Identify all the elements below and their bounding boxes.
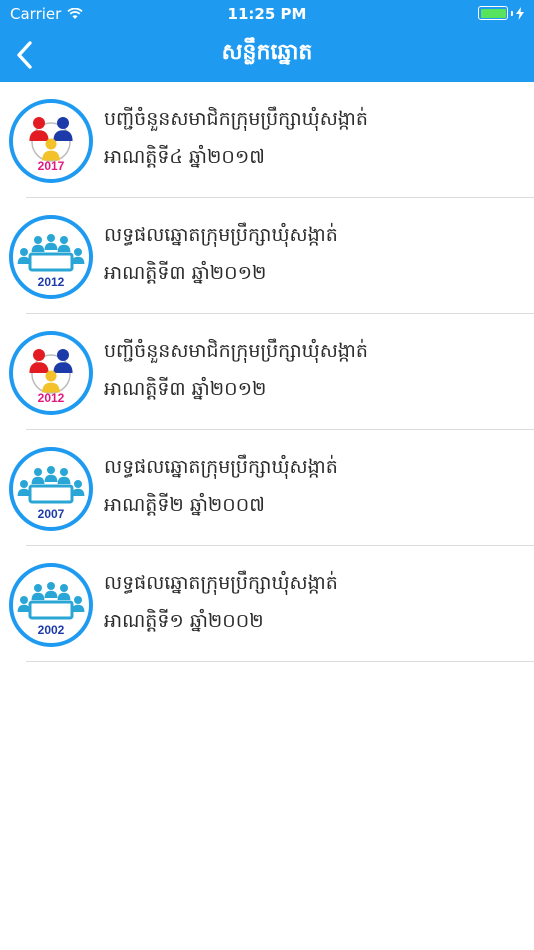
item-title: លទ្ធផលឆ្នោតក្រុមប្រឹក្សាឃុំសង្កាត់ bbox=[104, 572, 338, 594]
status-bar: Carrier 11:25 PM bbox=[0, 0, 534, 28]
list-item[interactable]: 2012 បញ្ជីចំនួនសមាជិកក្រុមប្រឹក្សាឃុំសង្… bbox=[0, 314, 534, 430]
members-icon: 2017 bbox=[9, 99, 93, 183]
year-badge: 2012 bbox=[38, 391, 65, 405]
item-subtitle: អាណត្តិទី៣ ឆ្នាំ២០១២ bbox=[104, 378, 267, 400]
list-item[interactable]: 2012 លទ្ធផលឆ្នោតក្រុមប្រឹក្សាឃុំសង្កាត់ … bbox=[0, 198, 534, 314]
year-badge: 2012 bbox=[38, 275, 65, 289]
navigation-bar: សន្លឹកឆ្នោត bbox=[0, 28, 534, 82]
year-badge: 2017 bbox=[38, 159, 65, 173]
battery-icon bbox=[478, 6, 508, 20]
charging-bolt-icon bbox=[516, 6, 524, 20]
meeting-icon: 2007 bbox=[9, 447, 93, 531]
item-title: បញ្ជីចំនួនសមាជិកក្រុមប្រឹក្សាឃុំសង្កាត់ bbox=[104, 340, 368, 362]
item-title: លទ្ធផលឆ្នោតក្រុមប្រឹក្សាឃុំសង្កាត់ bbox=[104, 224, 338, 246]
item-subtitle: អាណត្តិទី៣ ឆ្នាំ២០១២ bbox=[104, 262, 267, 284]
chevron-left-icon bbox=[17, 41, 32, 69]
item-subtitle: អាណត្តិទី១ ឆ្នាំ២០០២ bbox=[104, 610, 264, 632]
item-title: លទ្ធផលឆ្នោតក្រុមប្រឹក្សាឃុំសង្កាត់ bbox=[104, 456, 338, 478]
ballot-list: 2017 បញ្ជីចំនួនសមាជិកក្រុមប្រឹក្សាឃុំសង្… bbox=[0, 82, 534, 662]
meeting-icon: 2002 bbox=[9, 563, 93, 647]
year-badge: 2002 bbox=[38, 623, 65, 637]
status-time: 11:25 PM bbox=[227, 5, 307, 23]
item-subtitle: អាណត្តិទី២ ឆ្នាំ២០០៧ bbox=[104, 494, 265, 516]
back-button[interactable] bbox=[12, 38, 40, 72]
meeting-icon: 2012 bbox=[9, 215, 93, 299]
list-item[interactable]: 2007 លទ្ធផលឆ្នោតក្រុមប្រឹក្សាឃុំសង្កាត់ … bbox=[0, 430, 534, 546]
list-item[interactable]: 2017 បញ្ជីចំនួនសមាជិកក្រុមប្រឹក្សាឃុំសង្… bbox=[0, 82, 534, 198]
header: Carrier 11:25 PM សន្លឹកឆ្នោត bbox=[0, 0, 534, 82]
list-item[interactable]: 2002 លទ្ធផលឆ្នោតក្រុមប្រឹក្សាឃុំសង្កាត់ … bbox=[0, 546, 534, 662]
page-title: សន្លឹកឆ្នោត bbox=[221, 40, 313, 65]
item-title: បញ្ជីចំនួនសមាជិកក្រុមប្រឹក្សាឃុំសង្កាត់ bbox=[104, 108, 368, 130]
item-subtitle: អាណត្តិទី៤ ឆ្នាំ២០១៧ bbox=[104, 146, 265, 168]
members-icon: 2012 bbox=[9, 331, 93, 415]
battery-indicator bbox=[478, 6, 524, 20]
year-badge: 2007 bbox=[38, 507, 65, 521]
